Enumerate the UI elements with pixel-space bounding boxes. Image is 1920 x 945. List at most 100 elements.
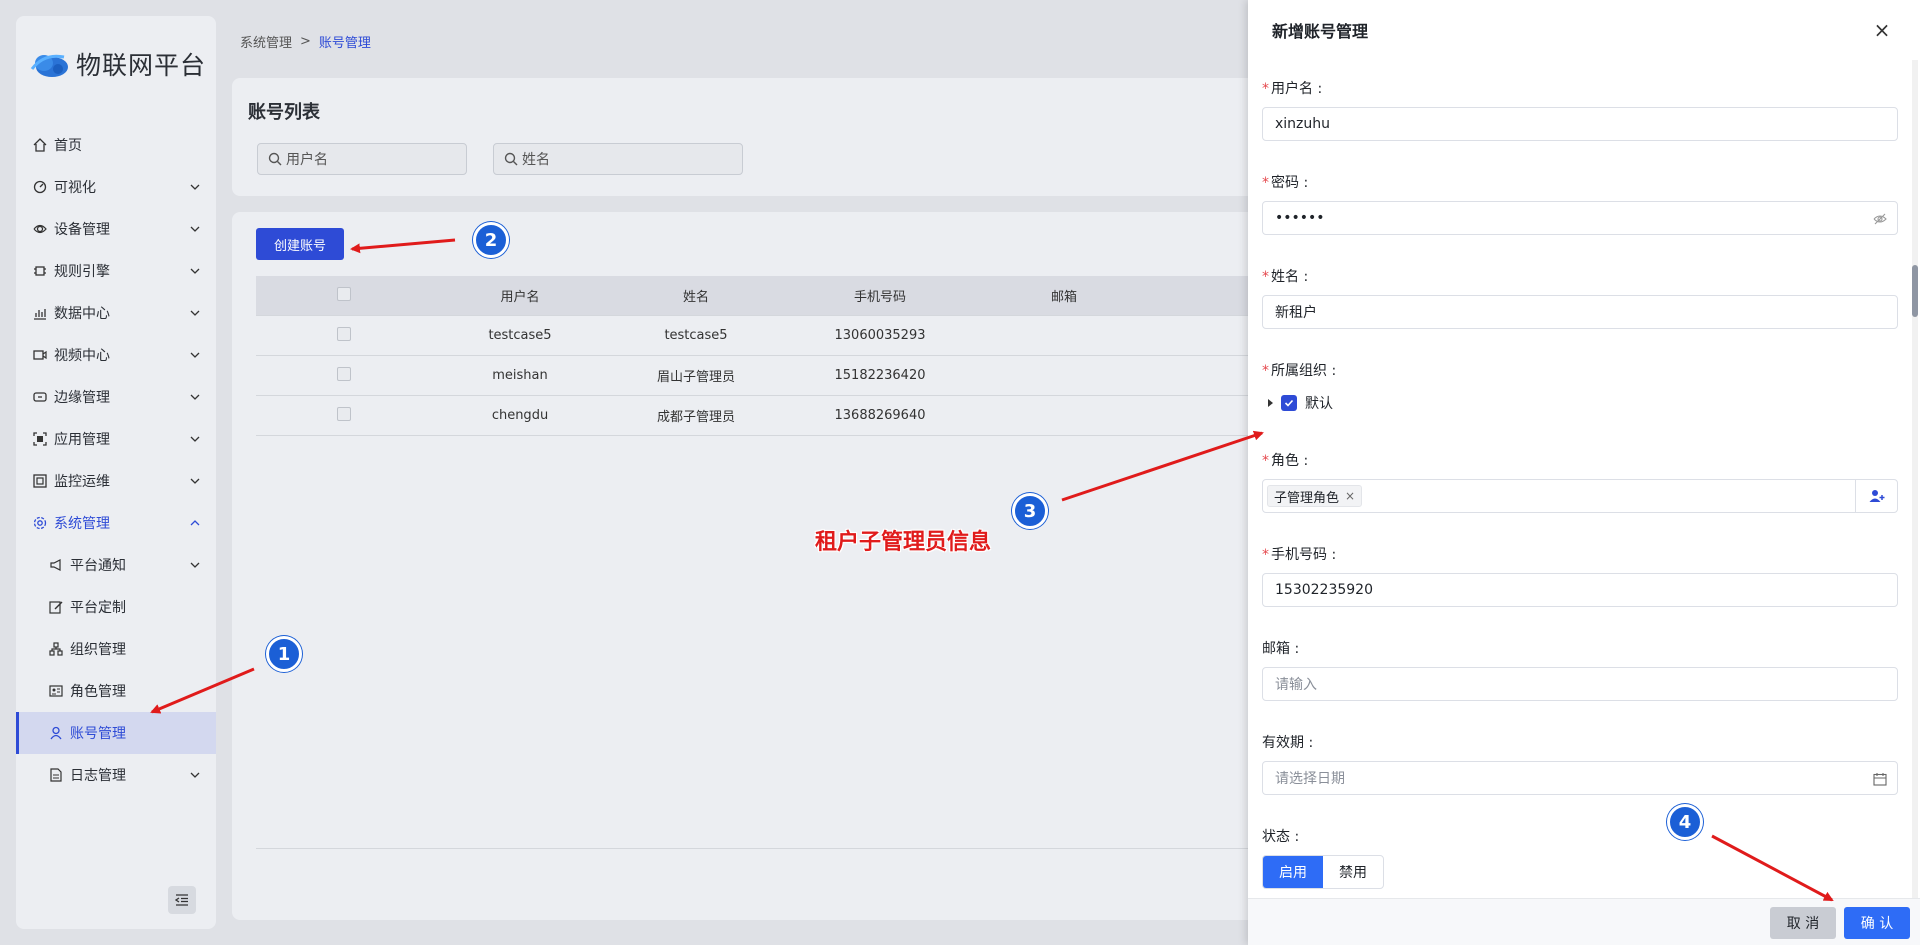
status-label: 状态 : (1262, 829, 1300, 845)
status-disable-option[interactable]: 禁用 (1323, 856, 1383, 888)
sidebar-item-rule-engine[interactable]: 规则引擎 (16, 250, 216, 292)
drawer-title: 新增账号管理 (1272, 22, 1369, 41)
cell-name: 眉山子管理员 (656, 370, 735, 385)
sidebar-item-label: 首页 (54, 138, 82, 154)
sidebar-item-label: 平台通知 (70, 558, 126, 574)
cell-username: chengdu (491, 408, 549, 423)
breadcrumb-parent[interactable]: 系统管理 (240, 32, 292, 51)
device-icon (32, 221, 48, 237)
cell-name: testcase5 (664, 328, 728, 343)
cell-phone: 13060035293 (834, 328, 926, 343)
sidebar-item-devices[interactable]: 设备管理 (16, 208, 216, 250)
sidebar-item-label: 应用管理 (54, 432, 110, 448)
step-badge-1: 1 (266, 636, 302, 672)
add-account-drawer: 新增账号管理 × * 用户名 : xinzuhu * 密码 : •••••• * 姓名… (1248, 0, 1920, 945)
cell-name: 成都子管理员 (656, 410, 735, 425)
tag-close-icon[interactable]: × (1345, 489, 1355, 503)
role-tag: 子管理角色 × (1267, 485, 1363, 507)
expiry-label: 有效期 : (1262, 735, 1314, 751)
chevron-up-icon (190, 520, 200, 526)
org-tree: 默认 (1268, 393, 1333, 413)
row-checkbox[interactable] (337, 406, 351, 421)
chevron-down-icon (190, 310, 200, 316)
email-field[interactable]: 请输入 (1262, 667, 1898, 701)
caret-right-icon[interactable] (1268, 399, 1273, 407)
edit-icon (48, 599, 64, 615)
sidebar-item-label: 视频中心 (54, 348, 110, 364)
phone-label: * 手机号码 : (1262, 547, 1337, 563)
sidebar-item-home[interactable]: 首页 (16, 124, 216, 166)
settings-icon (32, 515, 48, 531)
sidebar-item-accounts[interactable]: 账号管理 (16, 712, 216, 754)
breadcrumb-current: 账号管理 (318, 36, 371, 51)
scrollbar-thumb[interactable] (1912, 265, 1918, 317)
monitor-icon (32, 473, 48, 489)
cancel-button[interactable]: 取 消 (1770, 907, 1836, 939)
chevron-down-icon (190, 268, 200, 274)
sidebar-item-edge[interactable]: 边缘管理 (16, 376, 216, 418)
sidebar-item-org[interactable]: 组织管理 (16, 628, 216, 670)
row-checkbox[interactable] (337, 366, 351, 381)
role-card-icon (48, 683, 64, 699)
sidebar-item-label: 规则引擎 (54, 264, 110, 280)
chevron-down-icon (190, 562, 200, 568)
create-account-button[interactable]: 创建账号 (256, 228, 344, 260)
sidebar-item-label: 系统管理 (54, 516, 110, 532)
column-header: 邮箱 (1050, 290, 1077, 305)
chevron-down-icon (190, 226, 200, 232)
role-label: * 角色 : (1262, 453, 1309, 469)
sidebar-item-platform-notice[interactable]: 平台通知 (16, 544, 216, 586)
home-icon (32, 137, 48, 153)
sidebar-item-roles[interactable]: 角色管理 (16, 670, 216, 712)
confirm-button[interactable]: 确 认 (1844, 907, 1910, 939)
expiry-date-picker[interactable]: 请选择日期 (1262, 761, 1898, 795)
phone-field[interactable]: 15302235920 (1262, 573, 1898, 607)
sidebar-item-label: 平台定制 (70, 600, 126, 616)
username-search-placeholder: 用户名 (286, 152, 328, 168)
org-tree-node[interactable]: 默认 (1305, 393, 1333, 413)
calendar-icon (1873, 773, 1887, 786)
chevron-down-icon (190, 184, 200, 190)
expiry-placeholder: 请选择日期 (1275, 771, 1345, 787)
chevron-down-icon (190, 394, 200, 400)
chart-icon (32, 305, 48, 321)
sidebar-item-label: 角色管理 (70, 684, 126, 700)
eye-off-icon[interactable] (1873, 212, 1887, 226)
dashboard-icon (32, 179, 48, 195)
org-checkbox[interactable] (1281, 395, 1297, 411)
sidebar-item-system[interactable]: 系统管理 (16, 502, 216, 544)
username-field[interactable]: xinzuhu (1262, 107, 1898, 141)
status-enable-option[interactable]: 启用 (1263, 856, 1323, 888)
status-toggle: 启用 禁用 (1262, 855, 1384, 889)
drawer-scrollbar[interactable] (1912, 60, 1918, 898)
select-all-checkbox[interactable] (337, 286, 351, 301)
name-field[interactable]: 新租户 (1262, 295, 1898, 329)
column-header: 用户名 (500, 290, 540, 305)
app-name: 物联网平台 (76, 51, 207, 80)
row-checkbox[interactable] (337, 326, 351, 341)
video-icon (32, 347, 48, 363)
sidebar-item-logs[interactable]: 日志管理 (16, 754, 216, 796)
sidebar-item-platform-custom[interactable]: 平台定制 (16, 586, 216, 628)
drawer-footer: 取 消 确 认 (1248, 898, 1920, 945)
role-select[interactable]: 子管理角色 × (1262, 479, 1898, 513)
sidebar-item-visualization[interactable]: 可视化 (16, 166, 216, 208)
name-search-input[interactable]: 姓名 (493, 143, 743, 175)
add-role-button[interactable] (1855, 480, 1897, 512)
name-label: * 姓名 : (1262, 269, 1309, 285)
username-label: * 用户名 : (1262, 81, 1323, 97)
close-icon[interactable]: × (1872, 18, 1892, 42)
chevron-down-icon (190, 352, 200, 358)
collapse-sidebar-button[interactable] (168, 886, 196, 914)
log-icon (48, 767, 64, 783)
sidebar-item-video-center[interactable]: 视频中心 (16, 334, 216, 376)
search-icon (504, 152, 518, 166)
cloud-logo-icon (30, 54, 68, 77)
password-field[interactable]: •••••• (1262, 201, 1898, 235)
org-icon (48, 641, 64, 657)
sidebar-item-apps[interactable]: 应用管理 (16, 418, 216, 460)
username-search-input[interactable]: 用户名 (257, 143, 467, 175)
sidebar-item-data-center[interactable]: 数据中心 (16, 292, 216, 334)
sidebar-item-monitoring[interactable]: 监控运维 (16, 460, 216, 502)
sidebar-item-label: 组织管理 (70, 642, 126, 658)
